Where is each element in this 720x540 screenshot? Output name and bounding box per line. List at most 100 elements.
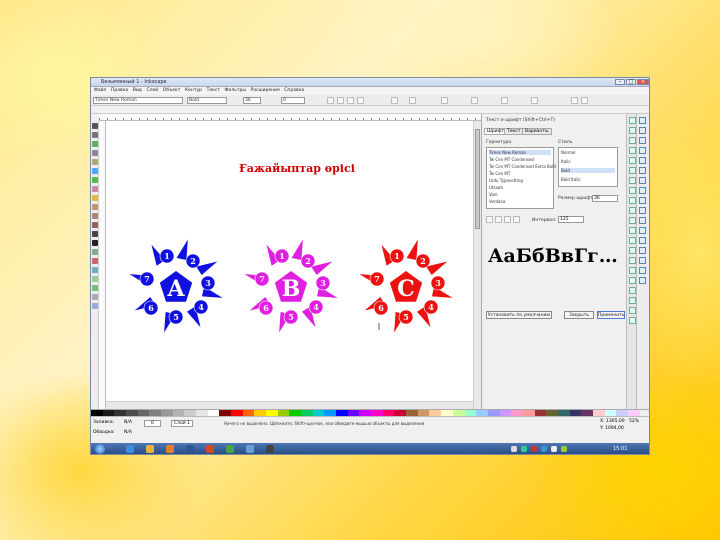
dropper-tool-icon[interactable] [92, 294, 98, 300]
volume-icon[interactable] [551, 446, 557, 452]
panel-align-right-button[interactable] [504, 216, 511, 223]
tray-icon[interactable] [531, 446, 537, 452]
font-item[interactable]: Times New Roman [489, 150, 551, 155]
font-item[interactable]: Utsaah [489, 185, 503, 190]
snap-bbox-edge-icon[interactable] [639, 137, 646, 144]
snap-paths-icon[interactable] [639, 187, 646, 194]
drawing-canvas[interactable]: Ғажайыптар өрісі 1 2 3 4 5 6 7 A 1 2 3 4 5 6 7 B 1 2 3 4 5 6 7… [106, 121, 473, 409]
align-center-button[interactable] [337, 97, 344, 104]
snap-bbox-center-icon[interactable] [639, 167, 646, 174]
print-icon[interactable] [629, 147, 636, 154]
snap-cusp-icon[interactable] [639, 207, 646, 214]
mesh-tool-icon[interactable] [92, 285, 98, 291]
text-tool-icon[interactable] [92, 240, 98, 246]
panel-align-left-button[interactable] [486, 216, 493, 223]
menu-help[interactable]: Справка [284, 88, 304, 93]
opacity-input[interactable]: 0 [144, 420, 161, 427]
snap-midpoint-icon[interactable] [639, 227, 646, 234]
vertical-scrollbar[interactable] [473, 121, 481, 409]
menu-path[interactable]: Контур [185, 88, 202, 93]
snap-center-icon[interactable] [639, 237, 646, 244]
measure-tool-icon[interactable] [92, 159, 98, 165]
star-tool-icon[interactable] [92, 195, 98, 201]
skype-icon[interactable] [246, 445, 254, 453]
maximize-button[interactable]: □ [626, 79, 636, 85]
set-default-button[interactable]: Установить по умолчанию [486, 311, 552, 319]
clone-icon[interactable] [629, 247, 636, 254]
powerpoint-icon[interactable] [206, 445, 214, 453]
ungroup-icon[interactable] [629, 267, 636, 274]
menu-view[interactable]: Вид [133, 88, 142, 93]
redo-icon[interactable] [629, 187, 636, 194]
horizontal-text-button[interactable] [571, 97, 578, 104]
panel-align-center-button[interactable] [495, 216, 502, 223]
layer-select[interactable]: Слой 1 [171, 420, 193, 427]
line-spacing-button[interactable] [441, 97, 448, 104]
font-style-select[interactable]: Bold [187, 97, 227, 104]
eraser-tool-icon[interactable] [92, 258, 98, 264]
ball-c[interactable]: 1 2 3 4 5 6 7 C [359, 239, 453, 333]
line-spacing-input[interactable]: 125 [558, 216, 584, 223]
tab-text[interactable]: Текст [504, 128, 524, 135]
snap-smooth-icon[interactable] [639, 217, 646, 224]
node-tool-icon[interactable] [92, 132, 98, 138]
start-button-icon[interactable] [95, 444, 105, 454]
text-font-icon[interactable] [629, 287, 636, 294]
font-item[interactable]: Tw Cen MT Condensed [489, 157, 534, 162]
ie-icon[interactable] [126, 445, 134, 453]
font-item[interactable]: Vani [489, 192, 498, 197]
pencil-tool-icon[interactable] [92, 213, 98, 219]
font-family-list[interactable]: Times New Roman Tw Cen MT Condensed Tw C… [486, 147, 556, 209]
tab-variants[interactable]: Варианты [522, 128, 552, 135]
style-item[interactable]: Bold [561, 168, 615, 173]
snap-rotation-icon[interactable] [639, 247, 646, 254]
paste-icon[interactable] [629, 207, 636, 214]
font-item[interactable]: Urdu Typesetting [489, 178, 523, 183]
selector-tool-icon[interactable] [92, 123, 98, 129]
new-document-icon[interactable] [629, 117, 636, 124]
ball-b[interactable]: 1 2 3 4 5 6 7 B [244, 239, 338, 333]
tray-icon[interactable] [521, 446, 527, 452]
duplicate-icon[interactable] [629, 237, 636, 244]
export-icon[interactable] [629, 167, 636, 174]
connector-tool-icon[interactable] [92, 303, 98, 309]
zoom-tool-icon[interactable] [92, 150, 98, 156]
clock[interactable]: 15:01 [613, 446, 627, 452]
word-spacing-button[interactable] [501, 97, 508, 104]
style-item[interactable]: Normal [561, 150, 575, 155]
subscript-button[interactable] [409, 97, 416, 104]
zoom-selection-icon[interactable] [629, 217, 636, 224]
align-left-button[interactable] [327, 97, 334, 104]
import-icon[interactable] [629, 157, 636, 164]
spacing-input[interactable]: 0 [281, 97, 305, 104]
font-item[interactable]: Verdana [489, 199, 505, 204]
ball-a[interactable]: 1 2 3 4 5 6 7 A [129, 239, 223, 333]
vertical-text-button[interactable] [581, 97, 588, 104]
font-family-select[interactable]: Times New Roman [93, 97, 183, 104]
copy-icon[interactable] [629, 197, 636, 204]
xml-editor-icon[interactable] [629, 297, 636, 304]
spray-tool-icon[interactable] [92, 249, 98, 255]
calligraphy-tool-icon[interactable] [92, 231, 98, 237]
vertical-scroll-thumb[interactable] [475, 129, 480, 229]
panel-align-justify-button[interactable] [513, 216, 520, 223]
snap-bbox-icon[interactable] [639, 127, 646, 134]
horizontal-scrollbar[interactable] [106, 401, 473, 409]
rectangle-tool-icon[interactable] [92, 168, 98, 174]
panel-close-button[interactable]: Закрыть [564, 311, 594, 319]
menu-edit[interactable]: Правка [111, 88, 128, 93]
menu-layer[interactable]: Слой [146, 88, 158, 93]
font-item[interactable]: Tw Cen MT Condensed Extra Bold [489, 164, 556, 169]
font-size-select[interactable]: 36 [243, 97, 261, 104]
explorer-icon[interactable] [146, 445, 154, 453]
style-item[interactable]: Italic [561, 159, 571, 164]
menu-file[interactable]: Файл [94, 88, 106, 93]
close-button[interactable]: × [637, 79, 649, 85]
menu-extensions[interactable]: Расширения [251, 88, 280, 93]
chrome-icon[interactable] [226, 445, 234, 453]
tweak-tool-icon[interactable] [92, 141, 98, 147]
snap-grid-icon[interactable] [639, 267, 646, 274]
superscript-button[interactable] [391, 97, 398, 104]
3d-box-tool-icon[interactable] [92, 177, 98, 183]
inkscape-taskbar-icon[interactable] [266, 445, 274, 453]
